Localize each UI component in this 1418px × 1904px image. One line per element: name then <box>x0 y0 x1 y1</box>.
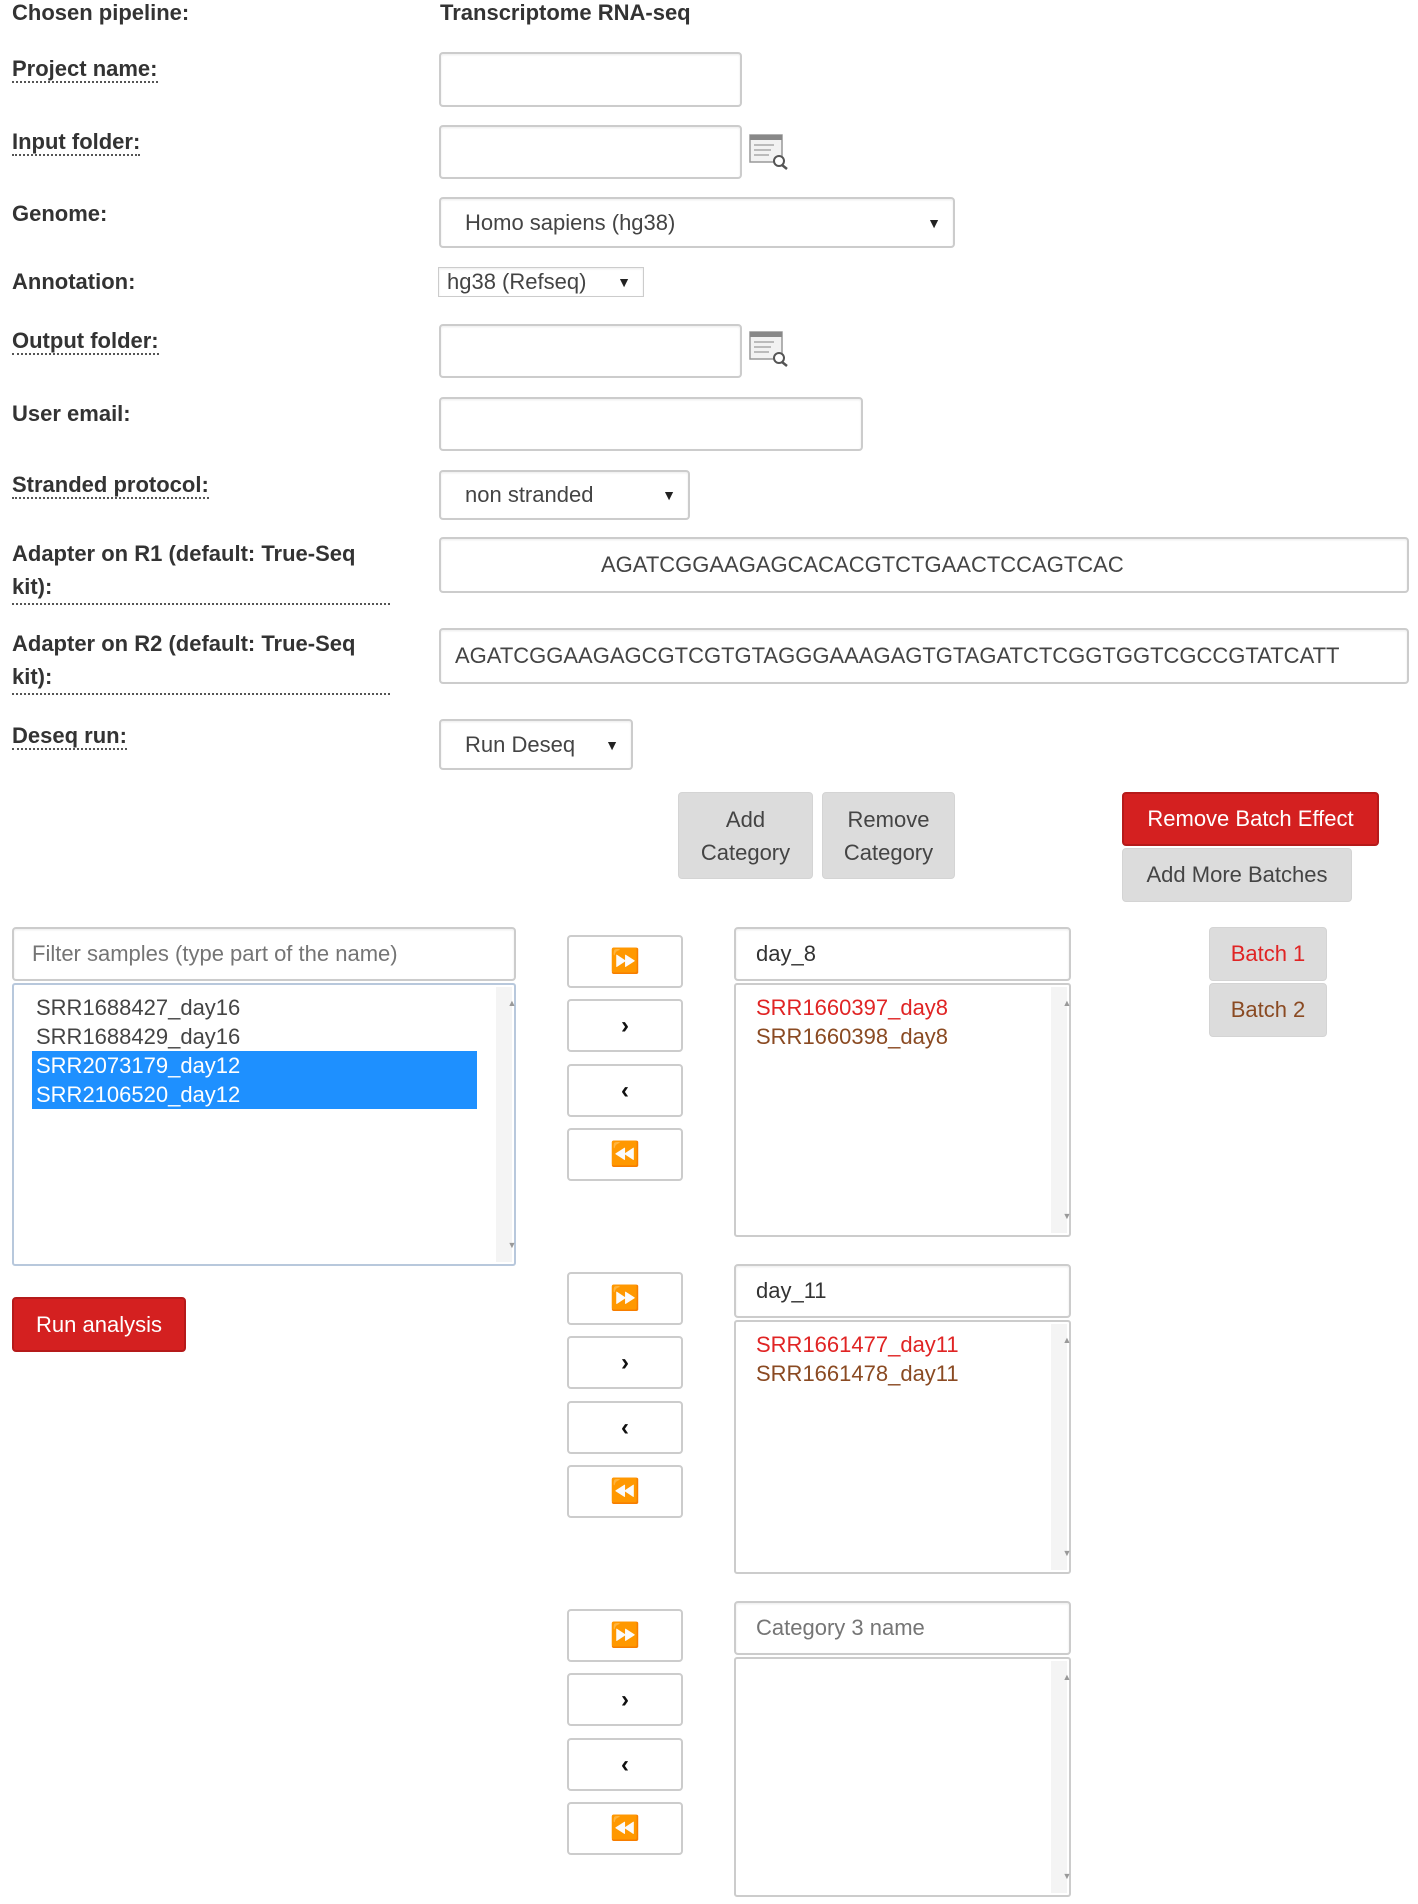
add-category-button[interactable]: Add Category <box>678 792 813 879</box>
adapter-r1-label: Adapter on R1 (default: True-Seq kit): <box>12 537 390 605</box>
filter-samples-input[interactable] <box>12 927 516 981</box>
adapter-r1-label-line2: kit): <box>12 574 53 599</box>
stranded-select[interactable]: non stranded ▼ <box>439 470 690 520</box>
adapter-r2-label-line1: Adapter on R2 (default: True-Seq <box>12 631 356 656</box>
caret-down-icon: ▼ <box>662 487 676 503</box>
category-samples-list[interactable]: SRR1660397_day8 SRR1660398_day8 ▲ ▼ <box>734 983 1071 1237</box>
double-chevron-left-icon: ⏪ <box>610 1478 640 1505</box>
category-name-input[interactable] <box>734 927 1071 981</box>
category-name-input[interactable] <box>734 1264 1071 1318</box>
move-left-button[interactable]: ‹ <box>567 1738 683 1791</box>
caret-down-icon: ▼ <box>617 274 631 290</box>
double-chevron-left-icon: ⏪ <box>610 1815 640 1842</box>
category-samples-list[interactable]: SRR1661477_day11 SRR1661478_day11 ▲ ▼ <box>734 1320 1071 1574</box>
output-folder-input[interactable] <box>439 324 742 378</box>
output-folder-label: Output folder: <box>12 324 159 357</box>
move-left-button[interactable]: ‹ <box>567 1401 683 1454</box>
adapter-r1-input[interactable]: AGATCGGAAGAGCACACGTCTGAACTCCAGTCAC <box>439 537 1409 593</box>
adapter-r2-input[interactable]: AGATCGGAAGAGCGTCGTGTAGGGAAAGAGTGTAGATCTC… <box>439 628 1409 684</box>
remove-category-button[interactable]: Remove Category <box>822 792 955 879</box>
input-folder-input[interactable] <box>439 125 742 179</box>
project-name-input[interactable] <box>439 52 742 107</box>
pipeline-label: Chosen pipeline: <box>12 0 190 25</box>
category-name-input[interactable] <box>734 1601 1071 1655</box>
folder-browse-icon[interactable] <box>749 134 789 170</box>
annotation-select-value: hg38 (Refseq) <box>447 269 587 294</box>
scrollbar[interactable]: ▲ ▼ <box>1051 1324 1071 1570</box>
email-label: User email: <box>12 401 131 426</box>
move-all-right-button[interactable]: ⏩ <box>567 1272 683 1325</box>
annotation-label: Annotation: <box>12 269 136 294</box>
scrollbar[interactable]: ▲ ▼ <box>1051 987 1071 1233</box>
chevron-right-icon: › <box>621 1348 629 1376</box>
deseq-label-text: Deseq run: <box>12 723 127 750</box>
move-right-button[interactable]: › <box>567 1336 683 1389</box>
move-all-left-button[interactable]: ⏪ <box>567 1465 683 1518</box>
category-sample-option[interactable]: SRR1660398_day8 <box>756 1022 1049 1051</box>
move-all-left-button[interactable]: ⏪ <box>567 1802 683 1855</box>
move-right-button[interactable]: › <box>567 1673 683 1726</box>
add-category-text-2: Category <box>700 839 791 865</box>
move-all-right-button[interactable]: ⏩ <box>567 935 683 988</box>
add-category-text-1: Add <box>725 806 766 832</box>
category-sample-option[interactable]: SRR1661477_day11 <box>756 1330 1049 1359</box>
chevron-left-icon: ‹ <box>621 1413 629 1441</box>
move-all-left-button[interactable]: ⏪ <box>567 1128 683 1181</box>
annotation-select[interactable]: hg38 (Refseq) ▼ <box>438 267 644 297</box>
sample-option[interactable]: SRR2106520_day12 <box>32 1080 477 1109</box>
double-chevron-right-icon: ⏩ <box>610 948 640 975</box>
sample-option[interactable]: SRR2073179_day12 <box>32 1051 477 1080</box>
category-sample-option[interactable]: SRR1660397_day8 <box>756 993 1049 1022</box>
adapter-r2-label: Adapter on R2 (default: True-Seq kit): <box>12 627 390 695</box>
deseq-label: Deseq run: <box>12 719 127 752</box>
adapter-r1-label-line1: Adapter on R1 (default: True-Seq <box>12 541 356 566</box>
double-chevron-left-icon: ⏪ <box>610 1141 640 1168</box>
remove-category-text-2: Category <box>843 839 934 865</box>
run-analysis-button[interactable]: Run analysis <box>12 1297 186 1352</box>
deseq-select[interactable]: Run Deseq ▼ <box>439 719 633 770</box>
stranded-label-text: Stranded protocol: <box>12 472 209 499</box>
stranded-label: Stranded protocol: <box>12 468 209 501</box>
folder-browse-icon[interactable] <box>749 331 789 367</box>
stranded-select-value: non stranded <box>465 482 594 507</box>
genome-select[interactable]: Homo sapiens (hg38) ▼ <box>439 197 955 248</box>
output-folder-label-text: Output folder: <box>12 328 159 355</box>
chevron-right-icon: › <box>621 1685 629 1713</box>
chevron-left-icon: ‹ <box>621 1076 629 1104</box>
scrollbar[interactable]: ▲ ▼ <box>1051 1661 1071 1893</box>
samples-list[interactable]: SRR1688427_day16 SRR1688429_day16 SRR20731… <box>12 983 516 1266</box>
email-input[interactable] <box>439 397 863 451</box>
batch-2-button[interactable]: Batch 2 <box>1209 983 1327 1037</box>
scrollbar[interactable]: ▲ ▼ <box>496 987 516 1262</box>
chevron-right-icon: › <box>621 1011 629 1039</box>
project-name-label-text: Project name: <box>12 56 158 83</box>
caret-down-icon: ▼ <box>927 214 941 231</box>
double-chevron-right-icon: ⏩ <box>610 1285 640 1312</box>
input-folder-label: Input folder: <box>12 125 141 158</box>
sample-option[interactable]: SRR1688429_day16 <box>32 1022 477 1051</box>
deseq-select-value: Run Deseq <box>465 731 576 757</box>
genome-select-value: Homo sapiens (hg38) <box>465 209 676 235</box>
sample-option[interactable]: SRR1688427_day16 <box>32 993 477 1022</box>
batch-1-button[interactable]: Batch 1 <box>1209 927 1327 981</box>
pipeline-value: Transcriptome RNA-seq <box>440 0 691 25</box>
remove-batch-effect-button[interactable]: Remove Batch Effect <box>1122 792 1379 846</box>
adapter-r2-label-line2: kit): <box>12 664 53 689</box>
remove-category-text-1: Remove <box>847 806 930 832</box>
move-left-button[interactable]: ‹ <box>567 1064 683 1117</box>
caret-down-icon: ▼ <box>605 736 619 753</box>
input-folder-label-text: Input folder: <box>12 129 141 156</box>
genome-label: Genome: <box>12 201 108 226</box>
chevron-left-icon: ‹ <box>621 1750 629 1778</box>
move-all-right-button[interactable]: ⏩ <box>567 1609 683 1662</box>
category-sample-option[interactable]: SRR1661478_day11 <box>756 1359 1049 1388</box>
move-right-button[interactable]: › <box>567 999 683 1052</box>
project-name-label: Project name: <box>12 52 158 85</box>
double-chevron-right-icon: ⏩ <box>610 1622 640 1649</box>
add-more-batches-button[interactable]: Add More Batches <box>1122 848 1352 902</box>
category-samples-list[interactable]: ▲ ▼ <box>734 1657 1071 1897</box>
